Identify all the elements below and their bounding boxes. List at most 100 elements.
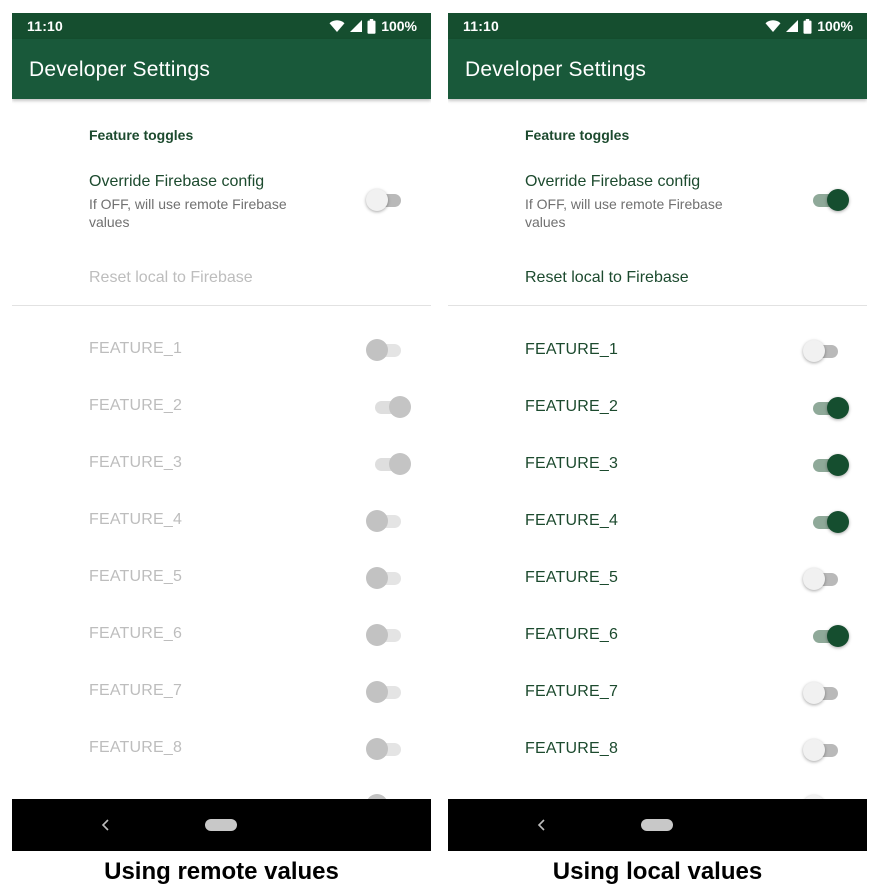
feature-switch-6[interactable] [808, 623, 849, 649]
override-firebase-summary: If OFF, will use remote Firebase values [89, 196, 287, 230]
feature-switch-6[interactable] [366, 622, 406, 648]
feature-switch-7[interactable] [366, 679, 406, 705]
switch-thumb [803, 682, 825, 704]
caption-remote: Using remote values [104, 858, 339, 885]
status-bar: 11:10 100% [448, 13, 867, 39]
switch-thumb [803, 739, 825, 761]
feature-label: FEATURE_5 [525, 569, 619, 586]
feature-label: FEATURE_3 [525, 455, 619, 472]
cell-signal-icon [786, 20, 799, 32]
status-icons: 100% [329, 16, 417, 36]
feature-label: FEATURE_8 [89, 739, 183, 756]
navigation-bar [12, 799, 431, 851]
status-time: 11:10 [27, 18, 64, 34]
feature-row-7[interactable]: FEATURE_7 [12, 673, 431, 713]
override-firebase-switch[interactable] [808, 187, 849, 213]
feature-switch-2[interactable] [370, 394, 411, 420]
switch-thumb [389, 396, 411, 418]
feature-label: FEATURE_7 [525, 683, 619, 700]
feature-label: FEATURE_6 [89, 625, 183, 642]
feature-row-8[interactable]: FEATURE_8 [12, 730, 431, 770]
feature-row-1[interactable]: FEATURE_1 [12, 331, 431, 371]
feature-switch-1[interactable] [803, 338, 843, 364]
feature-row-4[interactable]: FEATURE_4 [448, 503, 867, 543]
feature-switch-1[interactable] [366, 337, 406, 363]
feature-switch-3[interactable] [808, 452, 849, 478]
feature-label: FEATURE_2 [525, 398, 619, 415]
switch-thumb [827, 511, 849, 533]
app-title: Developer Settings [465, 58, 647, 81]
feature-row-2[interactable]: FEATURE_2 [12, 388, 431, 428]
switch-thumb [803, 340, 825, 362]
reset-local-button[interactable]: Reset local to Firebase [525, 269, 689, 287]
divider [448, 305, 867, 306]
back-icon[interactable] [532, 815, 552, 835]
feature-switch-2[interactable] [808, 395, 849, 421]
battery-icon [367, 18, 376, 34]
override-firebase-title: Override Firebase config [525, 173, 701, 190]
feature-switch-4[interactable] [808, 509, 849, 535]
switch-thumb [803, 568, 825, 590]
feature-row-1[interactable]: FEATURE_1 [448, 332, 867, 372]
switch-thumb [827, 189, 849, 211]
feature-switch-5[interactable] [366, 565, 406, 591]
status-icons: 100% [765, 16, 853, 36]
feature-switch-4[interactable] [366, 508, 406, 534]
home-pill-icon[interactable] [641, 819, 673, 831]
switch-thumb [827, 397, 849, 419]
switch-thumb [366, 567, 388, 589]
back-icon[interactable] [96, 815, 116, 835]
home-pill-icon[interactable] [205, 819, 237, 831]
override-firebase-switch[interactable] [366, 187, 406, 213]
wifi-icon [765, 20, 781, 32]
feature-label: FEATURE_5 [89, 568, 183, 585]
feature-switch-5[interactable] [803, 566, 843, 592]
status-time: 11:10 [463, 18, 500, 34]
reset-local-button[interactable]: Reset local to Firebase [89, 269, 253, 287]
feature-row-6[interactable]: FEATURE_6 [448, 617, 867, 657]
feature-switch-3[interactable] [370, 451, 411, 477]
switch-thumb [366, 189, 388, 211]
feature-label: FEATURE_6 [525, 626, 619, 643]
feature-label: FEATURE_4 [525, 512, 619, 529]
feature-row-5[interactable]: FEATURE_5 [448, 560, 867, 600]
switch-thumb [366, 681, 388, 703]
feature-label: FEATURE_1 [89, 340, 183, 357]
switch-thumb [366, 510, 388, 532]
phone-screen-remote: 11:10 100% Developer Settings Feature to… [12, 13, 431, 851]
feature-row-2[interactable]: FEATURE_2 [448, 389, 867, 429]
section-header: Feature toggles [525, 127, 630, 143]
battery-percentage: 100% [381, 18, 417, 34]
divider [12, 305, 431, 306]
feature-switch-8[interactable] [803, 737, 843, 763]
section-header: Feature toggles [89, 127, 194, 143]
feature-row-5[interactable]: FEATURE_5 [12, 559, 431, 599]
feature-row-4[interactable]: FEATURE_4 [12, 502, 431, 542]
switch-thumb [366, 738, 388, 760]
feature-row-8[interactable]: FEATURE_8 [448, 731, 867, 771]
feature-row-6[interactable]: FEATURE_6 [12, 616, 431, 656]
caption-local: Using local values [552, 858, 763, 885]
battery-icon [803, 18, 812, 34]
status-bar: 11:10 100% [12, 13, 431, 39]
app-bar: Developer Settings [448, 39, 867, 99]
settings-list: Feature toggles Override Firebase config… [448, 99, 867, 817]
feature-label: FEATURE_1 [525, 341, 619, 358]
feature-label: FEATURE_3 [89, 454, 183, 471]
settings-list: Feature toggles Override Firebase config… [12, 99, 431, 816]
switch-thumb [827, 625, 849, 647]
wifi-icon [329, 20, 345, 32]
battery-percentage: 100% [817, 18, 853, 34]
feature-label: FEATURE_7 [89, 682, 183, 699]
feature-label: FEATURE_8 [525, 740, 619, 757]
feature-switch-7[interactable] [803, 680, 843, 706]
switch-thumb [366, 339, 388, 361]
switch-thumb [366, 624, 388, 646]
cell-signal-icon [350, 20, 363, 32]
feature-row-3[interactable]: FEATURE_3 [12, 445, 431, 485]
feature-row-3[interactable]: FEATURE_3 [448, 446, 867, 486]
feature-row-7[interactable]: FEATURE_7 [448, 674, 867, 714]
feature-switch-8[interactable] [366, 736, 406, 762]
phone-screen-local: 11:10 100% Developer Settings Feature to… [448, 13, 867, 851]
override-firebase-title: Override Firebase config [89, 173, 265, 190]
